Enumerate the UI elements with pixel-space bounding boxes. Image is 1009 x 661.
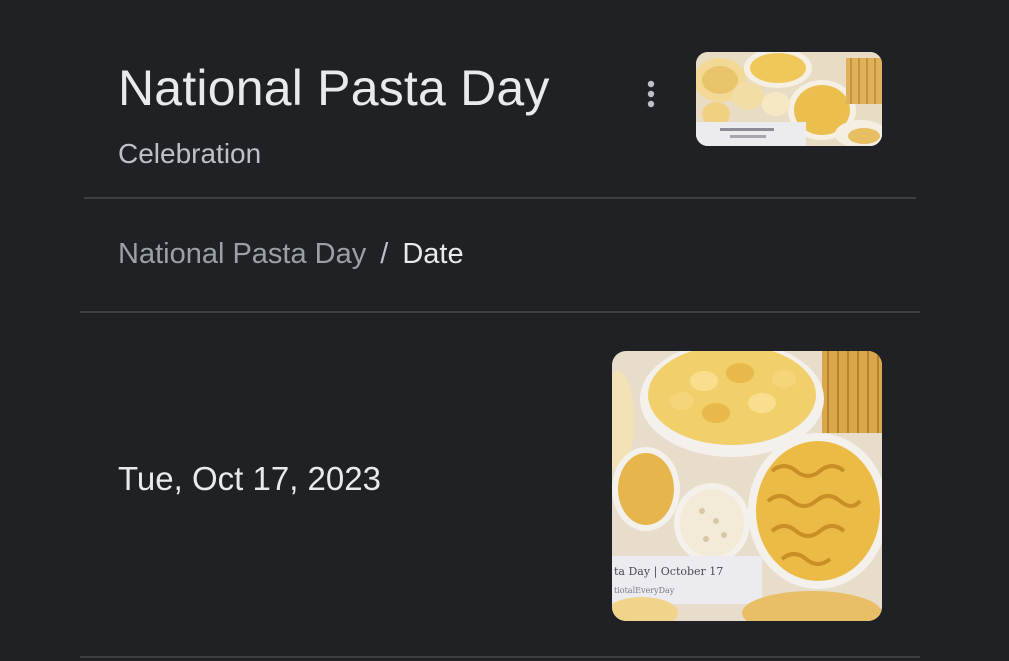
entity-type-label: Celebration — [118, 138, 262, 169]
panel-header: National Pasta Day Celebration — [0, 0, 1009, 198]
header-thumbnail[interactable] — [696, 52, 882, 146]
page-title: National Pasta Day — [118, 60, 550, 116]
more-vert-icon — [647, 80, 655, 108]
header-divider — [84, 197, 916, 199]
event-date: Tue, Oct 17, 2023 — [118, 460, 381, 497]
image-caption-line2: tiotalEveryDay — [614, 586, 675, 595]
bottom-divider — [80, 656, 920, 658]
breadcrumb-parent-link[interactable]: National Pasta Day — [118, 234, 366, 274]
breadcrumb: National Pasta Day / Date — [118, 234, 464, 274]
breadcrumb-current: Date — [402, 238, 464, 270]
breadcrumb-separator: / — [380, 238, 389, 270]
image-caption-line1: ta Day | October 17 — [614, 565, 723, 579]
breadcrumb-divider — [80, 311, 920, 313]
pasta-assortment-image — [696, 52, 882, 146]
knowledge-panel: National Pasta Day Celebration National … — [0, 0, 1009, 661]
pasta-bowls-image: ta Day | October 17 tiotalEveryDay — [612, 351, 882, 621]
more-options-button[interactable] — [634, 74, 668, 114]
main-image[interactable]: ta Day | October 17 tiotalEveryDay — [612, 351, 882, 621]
